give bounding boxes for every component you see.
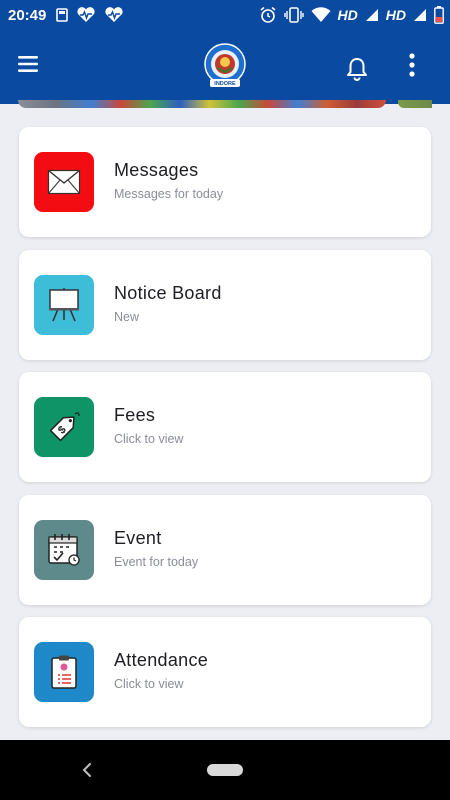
- battery-icon: [434, 6, 444, 24]
- calendar-icon: [48, 534, 80, 566]
- card-subtitle: Click to view: [114, 677, 184, 691]
- network-type-label-2: HD: [385, 7, 406, 23]
- wifi-icon: [311, 7, 331, 23]
- card-title: Fees: [114, 405, 156, 425]
- status-bar: 20:49 HD HD: [0, 0, 450, 30]
- app-bar: INDORE: [0, 30, 450, 104]
- menu-button[interactable]: [16, 52, 40, 76]
- system-navigation-bar: [0, 740, 450, 800]
- signal-icon: [365, 8, 379, 22]
- card-subtitle: Messages for today: [114, 187, 224, 201]
- banner-image[interactable]: [18, 100, 386, 108]
- card-notice-board[interactable]: Notice Board New: [19, 250, 431, 360]
- health-heart-icon: [76, 7, 96, 23]
- health-heart-icon-2: [104, 7, 124, 23]
- banner-image-next[interactable]: [398, 100, 432, 108]
- school-logo: INDORE: [201, 42, 249, 90]
- easel-icon: [49, 288, 79, 322]
- messages-icon-tile: [34, 152, 94, 212]
- fees-icon-tile: $: [34, 397, 94, 457]
- save-icon: [56, 8, 69, 22]
- hamburger-menu-icon: [18, 56, 38, 72]
- card-event[interactable]: Event Event for today: [19, 495, 431, 605]
- more-vert-icon: [409, 53, 415, 77]
- alarm-icon: [259, 6, 277, 24]
- card-subtitle: New: [114, 310, 140, 324]
- home-button[interactable]: [207, 764, 243, 776]
- event-icon-tile: [34, 520, 94, 580]
- bell-icon: [347, 58, 367, 81]
- back-chevron-icon: [82, 763, 91, 777]
- price-tag-icon: $: [49, 412, 80, 442]
- more-options-button[interactable]: [402, 52, 422, 78]
- card-title: Notice Board: [114, 283, 222, 303]
- card-subtitle: Click to view: [114, 432, 184, 446]
- signal-icon-2: [413, 8, 427, 22]
- envelope-icon: [47, 169, 81, 195]
- network-type-label: HD: [337, 7, 358, 23]
- clipboard-icon: [51, 655, 77, 689]
- logo-text: INDORE: [214, 81, 236, 87]
- status-time: 20:49: [8, 6, 47, 24]
- card-title: Event: [114, 528, 162, 548]
- card-attendance[interactable]: Attendance Click to view: [19, 617, 431, 727]
- card-fees[interactable]: $ Fees Click to view: [19, 372, 431, 482]
- attendance-icon-tile: [34, 642, 94, 702]
- card-messages[interactable]: Messages Messages for today: [19, 127, 431, 237]
- card-title: Attendance: [114, 650, 209, 670]
- back-button[interactable]: [78, 760, 96, 780]
- vibrate-icon: [283, 7, 304, 23]
- card-title: Messages: [114, 160, 199, 180]
- notifications-button[interactable]: [344, 56, 370, 82]
- card-subtitle: Event for today: [114, 555, 199, 569]
- notice-board-icon-tile: [34, 275, 94, 335]
